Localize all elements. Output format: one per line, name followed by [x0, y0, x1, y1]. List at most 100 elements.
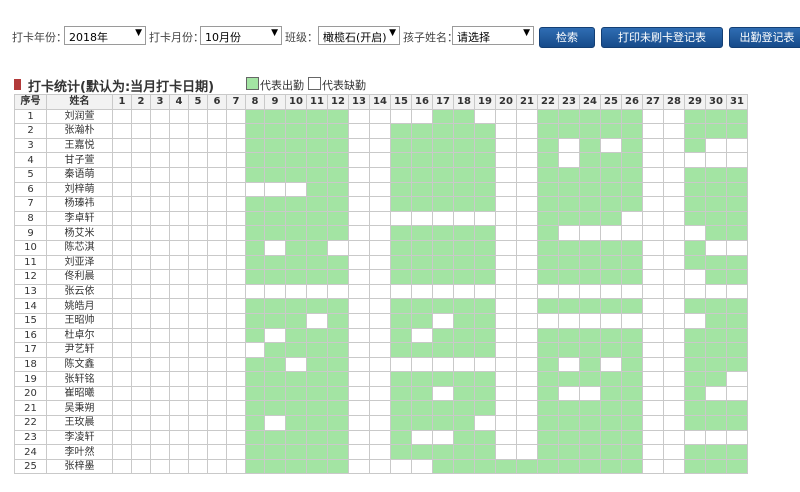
attendance-cell-present [705, 210, 727, 227]
attendance-cell-present [264, 254, 286, 271]
attendance-cell-absent [112, 298, 132, 314]
child-name: 张云依 [46, 283, 113, 300]
attendance-cell-present [245, 415, 265, 431]
print-unswiped-button[interactable]: 打印未刷卡登记表 [601, 27, 723, 48]
attendance-cell-present [558, 371, 580, 387]
attendance-cell-present [306, 385, 328, 402]
attendance-cell-absent [558, 152, 580, 168]
attendance-cell-absent [169, 415, 189, 431]
attendance-cell-present [558, 429, 580, 446]
attendance-cell-present [600, 429, 622, 446]
row-index: 8 [14, 210, 47, 227]
attendance-cell-absent [432, 356, 454, 373]
attendance-cell-absent [188, 400, 208, 417]
attendance-cell-absent [150, 312, 170, 329]
attendance-cell-absent [131, 342, 151, 358]
attendance-cell-present [264, 269, 286, 285]
table-row: 2 张瀚朴 [14, 123, 748, 139]
attendance-cell-present [537, 210, 559, 227]
attendance-cell-present [285, 298, 307, 314]
attendance-cell-absent [726, 152, 748, 168]
attendance-cell-absent [207, 166, 227, 183]
attendance-cell-absent [663, 254, 685, 271]
row-index: 25 [14, 458, 47, 475]
attendance-cell-absent [131, 429, 151, 446]
attendance-cell-present [579, 239, 601, 256]
table-row: 13 张云依 [14, 283, 748, 300]
column-header-day: 28 [663, 94, 685, 110]
attendance-cell-absent [663, 342, 685, 358]
attendance-cell-absent [516, 327, 538, 344]
attendance-cell-present [327, 108, 349, 125]
attendance-cell-present [245, 327, 265, 344]
attendance-cell-absent [207, 181, 227, 198]
attendance-cell-present [726, 400, 748, 417]
row-index: 13 [14, 283, 47, 300]
attendance-cell-absent [369, 298, 391, 314]
attendance-cell-present [285, 385, 307, 402]
attendance-cell-present [684, 123, 706, 139]
attendance-register-button[interactable]: 出勤登记表 [729, 27, 800, 48]
child-select[interactable]: 请选择 ▼ [452, 26, 534, 45]
attendance-cell-present [432, 458, 454, 475]
attendance-cell-present [684, 458, 706, 475]
attendance-cell-absent [369, 327, 391, 344]
attendance-cell-present [390, 254, 412, 271]
attendance-cell-absent [495, 196, 517, 212]
attendance-cell-absent [516, 312, 538, 329]
attendance-cell-absent [245, 342, 265, 358]
attendance-cell-absent [369, 283, 391, 300]
row-index: 20 [14, 385, 47, 402]
attendance-cell-present [579, 166, 601, 183]
attendance-cell-absent [684, 225, 706, 241]
attendance-cell-present [558, 210, 580, 227]
attendance-cell-present [705, 254, 727, 271]
attendance-cell-absent [663, 429, 685, 446]
child-name: 张梓墨 [46, 458, 113, 475]
attendance-cell-present [245, 444, 265, 460]
attendance-cell-present [327, 342, 349, 358]
attendance-cell-present [621, 327, 643, 344]
attendance-cell-present [684, 356, 706, 373]
month-select[interactable]: 10月份 ▼ [200, 26, 282, 45]
year-select[interactable]: 2018年 ▼ [64, 26, 146, 45]
attendance-cell-absent [131, 137, 151, 154]
attendance-cell-absent [663, 298, 685, 314]
child-name: 王玫晨 [46, 415, 113, 431]
attendance-cell-present [684, 137, 706, 154]
child-name: 王昭帅 [46, 312, 113, 329]
class-select[interactable]: 橄榄石(开启) ▼ [318, 26, 400, 45]
attendance-cell-present [411, 225, 433, 241]
attendance-cell-absent [684, 429, 706, 446]
table-row: 23 李凌轩 [14, 429, 748, 446]
attendance-cell-present [474, 444, 496, 460]
attendance-cell-absent [131, 210, 151, 227]
attendance-cell-present [306, 356, 328, 373]
attendance-cell-absent [516, 269, 538, 285]
attendance-cell-absent [663, 108, 685, 125]
title-marker-icon [14, 79, 21, 90]
attendance-cell-absent [112, 210, 132, 227]
attendance-cell-present [726, 444, 748, 460]
filter-toolbar: 打卡年份： 2018年 ▼ 打卡月份： 10月份 ▼ 班级： 橄榄石(开启) ▼… [0, 0, 800, 70]
attendance-cell-present [684, 239, 706, 256]
table-row: 6 刘梓萌 [14, 181, 748, 198]
column-header-day: 11 [306, 94, 328, 110]
search-button[interactable]: 检索 [539, 27, 595, 48]
attendance-cell-present [558, 327, 580, 344]
attendance-cell-present [705, 298, 727, 314]
attendance-cell-present [537, 181, 559, 198]
attendance-cell-present [432, 181, 454, 198]
attendance-cell-present [726, 356, 748, 373]
attendance-cell-absent [369, 269, 391, 285]
attendance-cell-absent [348, 137, 370, 154]
child-name: 姚皓月 [46, 298, 113, 314]
attendance-cell-absent [495, 342, 517, 358]
attendance-cell-absent [306, 312, 328, 329]
attendance-cell-absent [207, 342, 227, 358]
child-name: 张瀚朴 [46, 123, 113, 139]
attendance-cell-absent [207, 444, 227, 460]
attendance-cell-present [453, 312, 475, 329]
attendance-cell-absent [558, 225, 580, 241]
table-row: 1 刘润萱 [14, 108, 748, 125]
